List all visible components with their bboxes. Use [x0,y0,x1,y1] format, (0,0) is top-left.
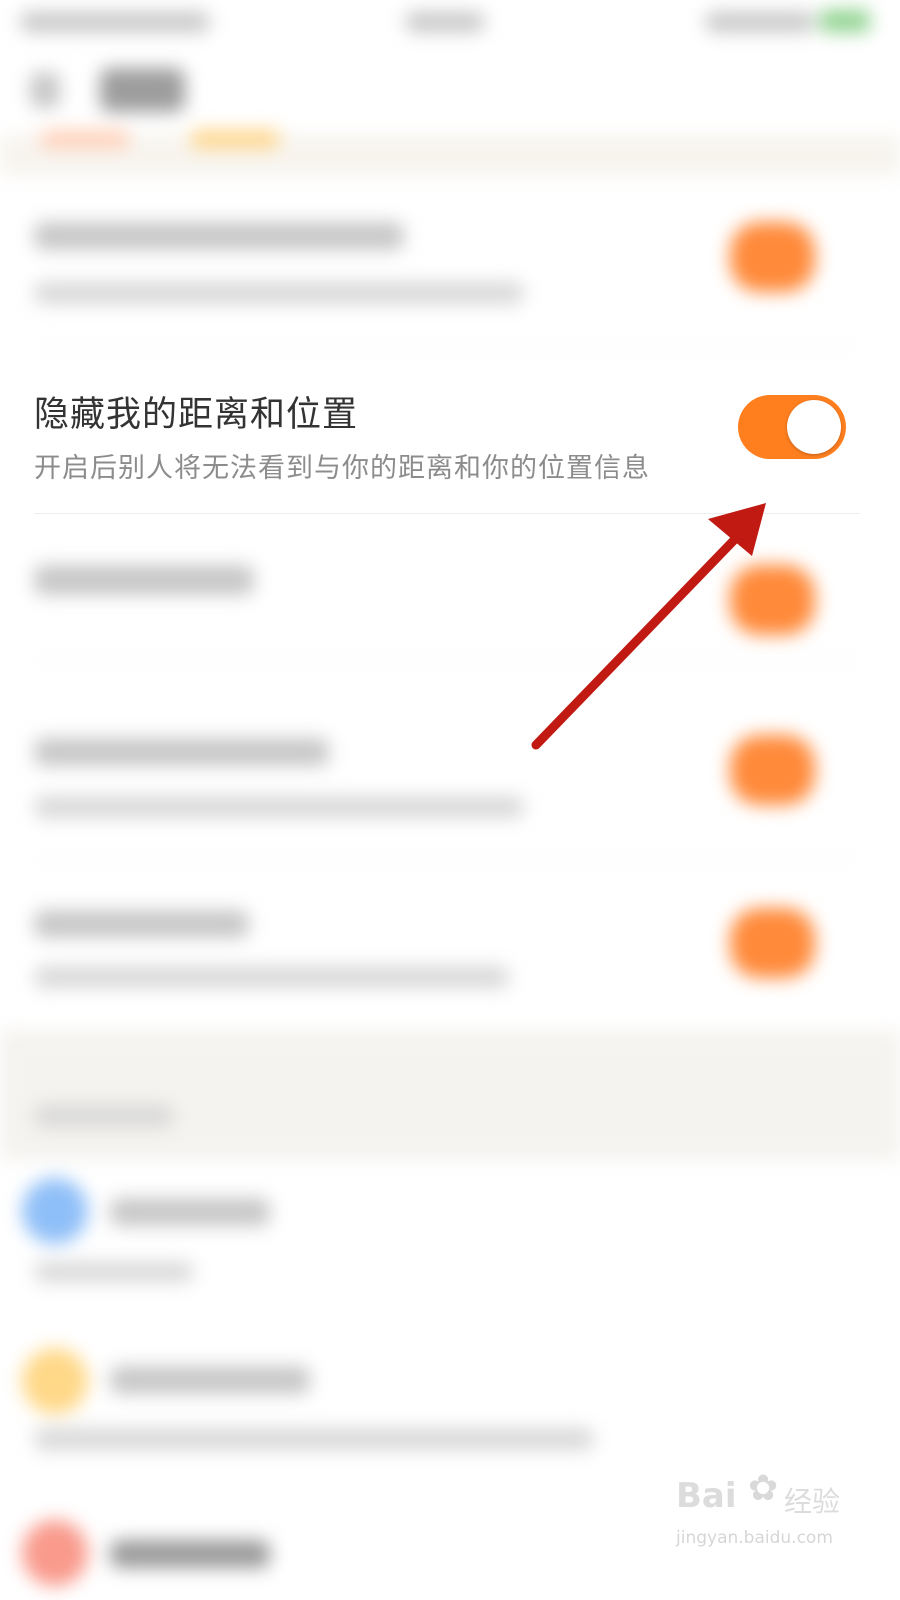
watermark-brand: Bai [676,1476,737,1516]
annotation-arrow-icon [531,503,766,750]
paw-icon: ✿ [748,1468,779,1509]
baidu-jingyan-watermark: Bai ✿ 经验 jingyan.baidu.com [676,1468,856,1560]
watermark-url: jingyan.baidu.com [676,1528,833,1548]
watermark-suffix: 经验 [784,1485,841,1518]
